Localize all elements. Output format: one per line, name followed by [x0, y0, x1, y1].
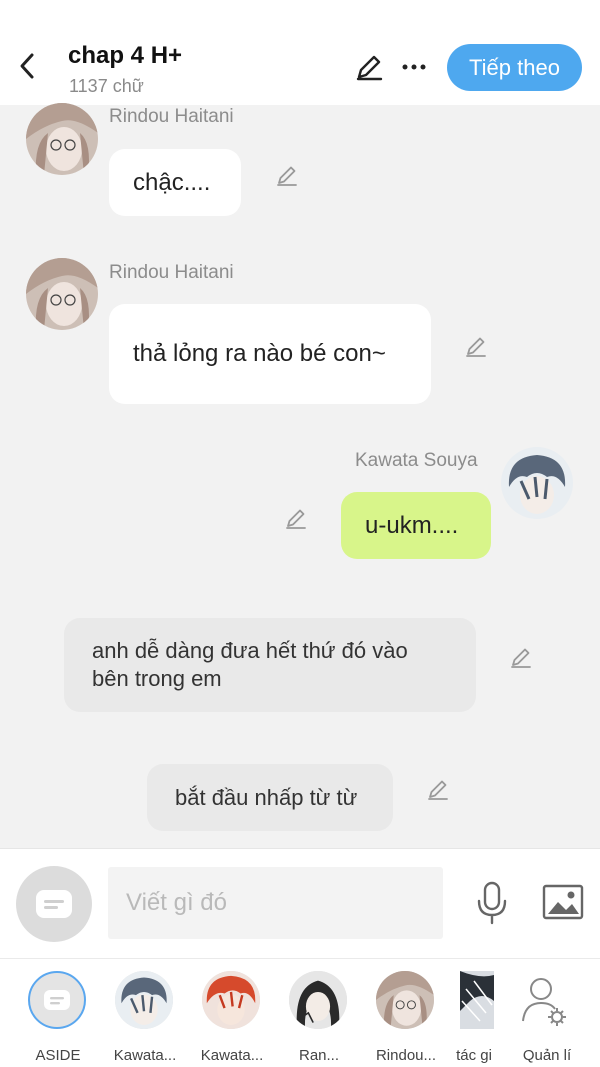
- message-bubble[interactable]: chậc....: [109, 149, 241, 216]
- manage-users-icon: [521, 975, 569, 1027]
- character-label: Ran...: [298, 1047, 340, 1064]
- aside-toggle-button[interactable]: [16, 866, 92, 942]
- character-label: Kawata...: [113, 1047, 177, 1064]
- edit-message-button[interactable]: [272, 160, 302, 190]
- sender-name: Rindou Haitani: [109, 106, 234, 127]
- pencil-icon: [466, 337, 486, 357]
- message-input[interactable]: [108, 867, 443, 939]
- character-kawata-nahoya[interactable]: Kawata...: [192, 969, 272, 1064]
- pencil-icon: [356, 55, 383, 81]
- next-button[interactable]: Tiếp theo: [447, 44, 582, 91]
- voice-input-button[interactable]: [472, 879, 512, 927]
- avatar-rindou[interactable]: [26, 258, 98, 330]
- more-options-button[interactable]: [398, 50, 430, 84]
- avatar-rindou[interactable]: [26, 103, 98, 175]
- composer-bar: [0, 848, 600, 958]
- pencil-icon: [428, 780, 448, 800]
- pencil-icon: [286, 509, 306, 529]
- character-rindou[interactable]: Rindou...: [366, 969, 446, 1064]
- edit-message-button[interactable]: [281, 503, 311, 533]
- message-bubble[interactable]: u-ukm....: [341, 492, 491, 559]
- more-horizontal-icon: [402, 64, 426, 70]
- top-bar: chap 4 H+ 1137 chữ Tiếp theo: [0, 0, 600, 105]
- edit-message-button[interactable]: [461, 331, 491, 361]
- avatar: [202, 971, 260, 1029]
- image-icon: [542, 884, 584, 920]
- avatar-kawata[interactable]: [501, 447, 573, 519]
- manage-characters-button[interactable]: Quản lí: [507, 969, 587, 1064]
- character-label: ASIDE: [35, 1047, 81, 1064]
- narration-bubble[interactable]: anh dễ dàng đưa hết thứ đó vào bên trong…: [64, 618, 476, 712]
- edit-title-button[interactable]: [352, 50, 386, 84]
- edit-message-button[interactable]: [423, 774, 453, 804]
- character-label: Kawata...: [200, 1047, 264, 1064]
- avatar: [115, 971, 173, 1029]
- aside-note-icon: [44, 990, 70, 1010]
- character-label: tác gi: [456, 1047, 492, 1064]
- aside-note-icon: [36, 890, 72, 918]
- insert-image-button[interactable]: [540, 881, 586, 923]
- back-button[interactable]: [12, 48, 42, 84]
- pencil-icon: [277, 166, 297, 186]
- avatar: [460, 971, 494, 1029]
- character-ran[interactable]: Ran...: [279, 969, 359, 1064]
- message-bubble[interactable]: thả lỏng ra nào bé con~: [109, 304, 431, 404]
- word-count: 1137 chữ: [69, 76, 144, 96]
- sender-name: Rindou Haitani: [109, 262, 234, 283]
- character-label: Quản lí: [522, 1047, 572, 1064]
- character-aside[interactable]: ASIDE: [18, 969, 98, 1064]
- avatar: [376, 971, 434, 1029]
- avatar: [289, 971, 347, 1029]
- pencil-icon: [511, 648, 531, 668]
- microphone-icon: [477, 881, 507, 925]
- character-selector: ASIDE Kawata... Kawata... Ran... Rindou.…: [0, 958, 600, 1067]
- aside-avatar: [28, 971, 86, 1029]
- narration-bubble[interactable]: bắt đầu nhấp từ từ: [147, 764, 393, 831]
- character-kawata-souya[interactable]: Kawata...: [105, 969, 185, 1064]
- sender-name: Kawata Souya: [355, 450, 478, 471]
- chevron-left-icon: [20, 53, 34, 79]
- character-author[interactable]: tác gi: [436, 969, 508, 1064]
- chapter-title: chap 4 H+: [68, 42, 183, 69]
- edit-message-button[interactable]: [506, 642, 536, 672]
